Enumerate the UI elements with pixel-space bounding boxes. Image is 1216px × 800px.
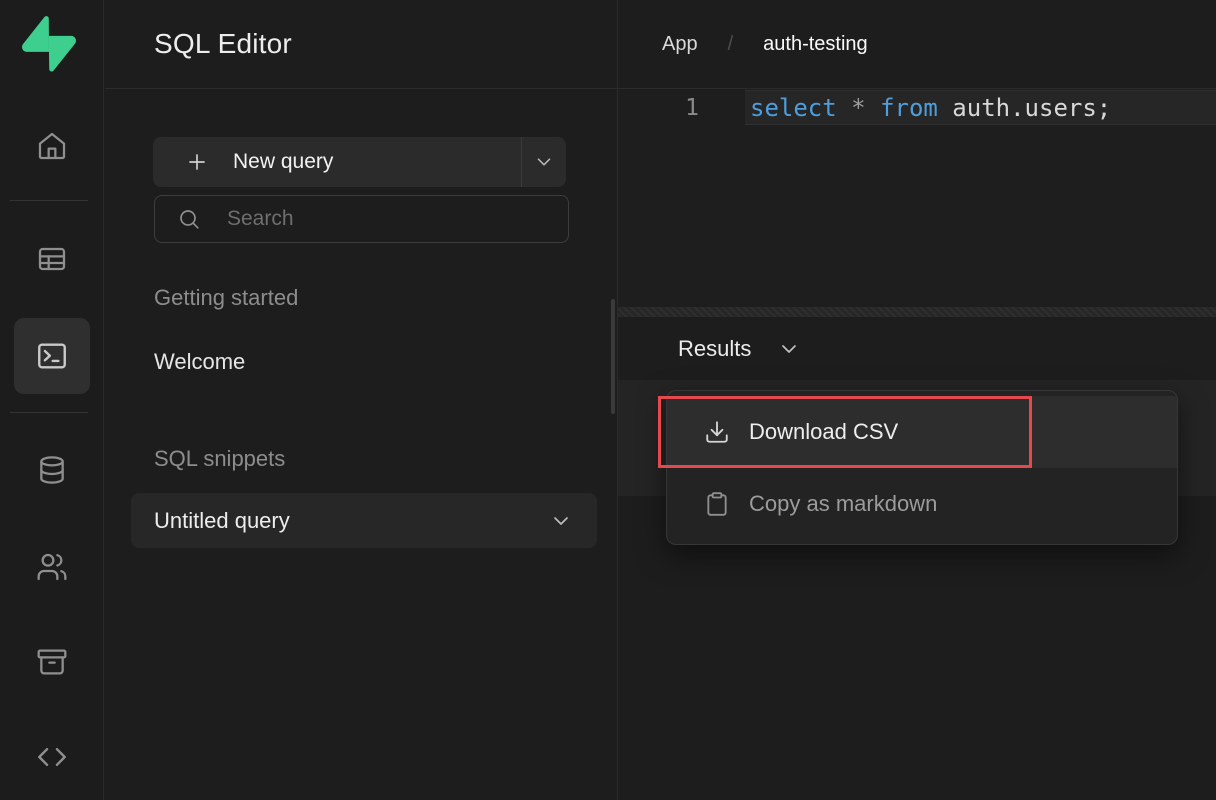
download-icon (704, 419, 730, 445)
results-context-menu: Download CSV Copy as markdown (666, 390, 1178, 545)
nav-sql-editor-icon[interactable] (14, 318, 90, 394)
clipboard-icon (704, 491, 730, 517)
panel-resize-handle[interactable] (618, 307, 1216, 317)
nav-edge-functions-icon[interactable] (28, 733, 76, 781)
menu-item-label: Copy as markdown (749, 491, 937, 517)
new-query-button[interactable]: New query (153, 137, 521, 187)
new-query-split-button: New query (153, 137, 566, 187)
chevron-down-icon[interactable] (549, 509, 573, 533)
plus-icon (185, 150, 209, 174)
search-input[interactable] (227, 207, 568, 231)
snippet-search (154, 195, 569, 243)
page-title: SQL Editor (154, 28, 292, 60)
sidebar-header: SQL Editor (105, 0, 617, 89)
editor-main-panel: App / auth-testing 1 select * from auth.… (618, 0, 1216, 800)
sql-operator: * (837, 94, 880, 122)
sql-identifier: auth.users; (938, 94, 1111, 122)
code-text[interactable]: select * from auth.users; (745, 90, 1216, 125)
supabase-logo-icon[interactable] (22, 16, 76, 72)
nav-storage-icon[interactable] (28, 638, 76, 686)
nav-rail (0, 0, 104, 800)
section-label-sql-snippets: SQL snippets (154, 446, 285, 472)
results-toolbar: Results (618, 317, 1216, 380)
sql-editor-sidebar: SQL Editor New query (105, 0, 618, 800)
nav-table-editor-icon[interactable] (28, 235, 76, 283)
rail-divider (10, 412, 88, 413)
sql-keyword: select (750, 94, 837, 122)
snippet-label: Untitled query (154, 508, 290, 534)
line-number: 1 (618, 95, 745, 121)
nav-database-icon[interactable] (28, 446, 76, 494)
breadcrumb-separator: / (728, 33, 734, 56)
menu-item-label: Download CSV (749, 419, 898, 445)
sidebar-item-welcome[interactable]: Welcome (154, 349, 245, 375)
chevron-down-icon (533, 151, 555, 173)
rail-divider (10, 200, 88, 201)
sql-code-editor[interactable]: 1 select * from auth.users; (618, 90, 1216, 307)
breadcrumb: App / auth-testing (618, 0, 1216, 89)
breadcrumb-app[interactable]: App (662, 33, 698, 56)
code-line-1: 1 select * from auth.users; (618, 90, 1216, 125)
nav-home-icon[interactable] (28, 122, 76, 170)
section-label-getting-started: Getting started (154, 285, 298, 311)
sql-keyword: from (880, 94, 938, 122)
chevron-down-icon[interactable] (777, 337, 801, 361)
sidebar-item-untitled-query[interactable]: Untitled query (131, 493, 597, 548)
results-label: Results (678, 336, 751, 362)
new-query-options-button[interactable] (522, 137, 566, 187)
breadcrumb-page[interactable]: auth-testing (763, 33, 868, 56)
menu-item-copy-as-markdown[interactable]: Copy as markdown (667, 468, 1177, 540)
search-icon (177, 207, 201, 231)
new-query-label: New query (233, 150, 333, 174)
menu-item-download-csv[interactable]: Download CSV (667, 396, 1177, 468)
nav-auth-users-icon[interactable] (28, 543, 76, 591)
sidebar-scrollbar[interactable] (611, 299, 615, 414)
sidebar-body: New query Getting started Welcome SQL sn… (105, 89, 617, 800)
supabase-studio-window: SQL Editor New query (0, 0, 1216, 800)
